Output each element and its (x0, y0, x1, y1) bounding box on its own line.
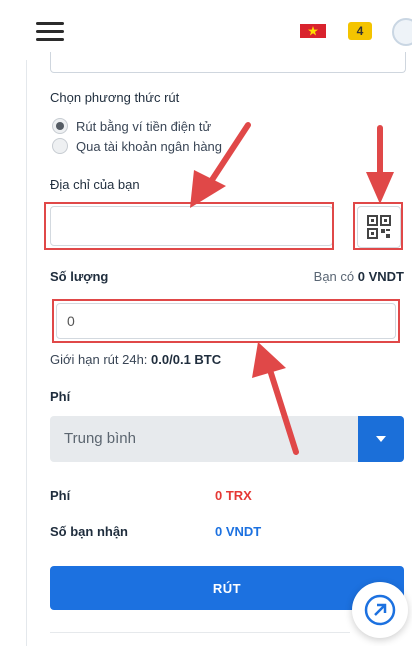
menu-icon[interactable] (36, 22, 64, 42)
fee-summary-label: Phí (50, 488, 71, 503)
top-bar: 4 (0, 0, 412, 60)
balance-text: Bạn có 0 VNDT (314, 269, 404, 284)
limit-value: 0.0/0.1 BTC (151, 352, 222, 367)
qr-code-icon (367, 215, 391, 239)
caret-down-icon (376, 436, 386, 442)
method-label: Chọn phương thức rút (50, 90, 180, 105)
balance-prefix: Bạn có (313, 269, 355, 284)
notification-icon[interactable]: 4 (348, 22, 372, 40)
fee-select-value: Trung bình (64, 430, 136, 447)
receive-label: Số bạn nhận (50, 524, 128, 539)
amount-label: Số lượng (50, 269, 109, 284)
radio-checked-icon (52, 118, 68, 134)
balance-value: 0 VNDT (357, 269, 404, 284)
radio-crypto-label: Rút bằng ví tiền điện tử (76, 118, 212, 134)
address-input[interactable] (50, 206, 333, 246)
external-link-icon (364, 594, 396, 626)
avatar-icon[interactable] (392, 18, 412, 46)
withdraw-button[interactable]: RÚT (50, 566, 404, 610)
radio-unchecked-icon (52, 138, 68, 154)
limit-prefix: Giới hạn rút 24h: (50, 352, 148, 367)
radio-bank-account[interactable]: Qua tài khoản ngân hàng (52, 137, 222, 155)
bottom-divider (50, 632, 350, 633)
card-border (26, 60, 27, 646)
previous-field (50, 52, 406, 73)
arrow-to-qr (366, 125, 394, 204)
fee-label: Phí (50, 389, 71, 404)
radio-crypto-wallet[interactable]: Rút bằng ví tiền điện tử (52, 117, 211, 135)
radio-bank-label: Qua tài khoản ngân hàng (76, 138, 223, 154)
amount-input[interactable] (56, 303, 396, 339)
floating-action-button[interactable] (352, 582, 408, 638)
address-label: Địa chỉ của bạn (50, 177, 140, 192)
fee-select[interactable]: Trung bình (50, 416, 404, 462)
vietnam-flag-icon[interactable] (300, 24, 326, 38)
limit-text: Giới hạn rút 24h: 0.0/0.1 BTC (50, 352, 221, 367)
receive-value: 0 VNDT (215, 524, 262, 539)
fee-summary-value: 0 TRX (215, 488, 252, 503)
qr-scan-button[interactable] (357, 206, 401, 248)
notification-count: 4 (356, 24, 364, 38)
dropdown-button[interactable] (358, 416, 404, 462)
